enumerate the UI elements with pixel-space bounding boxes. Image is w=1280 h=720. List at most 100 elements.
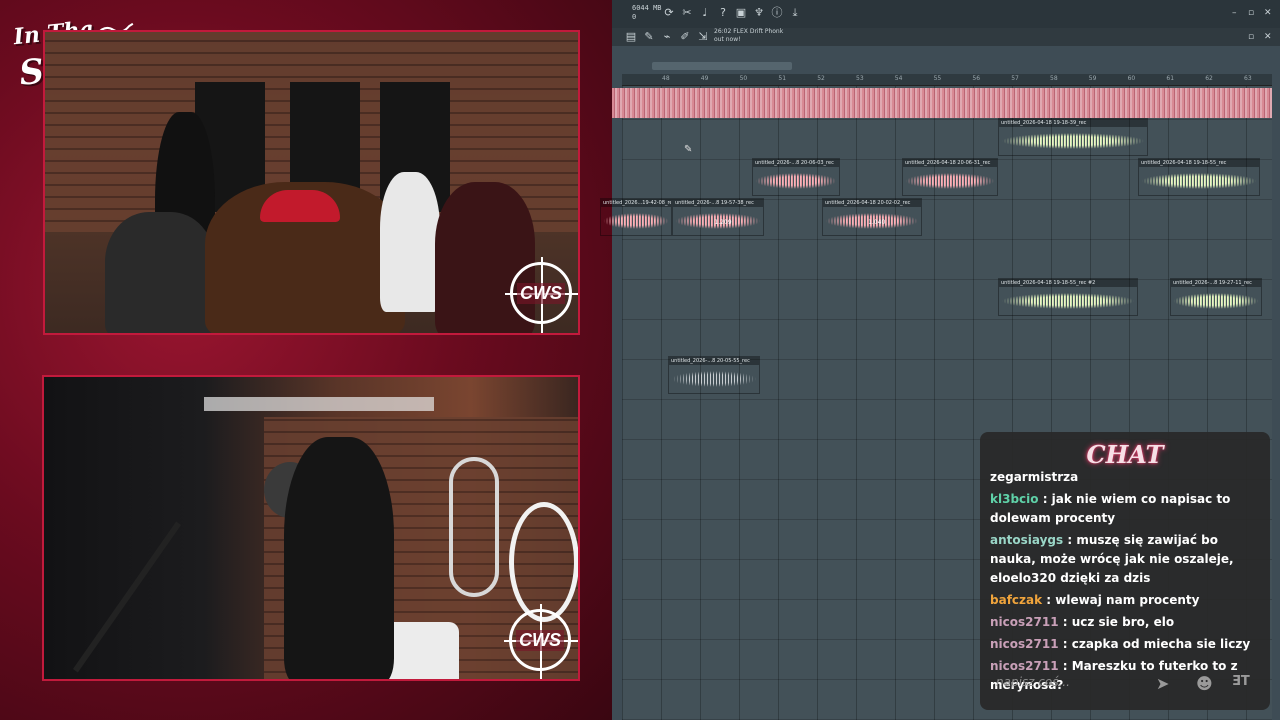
save-icon[interactable]: ▣	[734, 6, 748, 20]
ruler-bar-number: 63	[1244, 75, 1252, 82]
audio-clip[interactable]: untitled_2026-...8 19-57-38_rec 1.209	[672, 198, 764, 236]
mic-stand	[72, 521, 182, 673]
microphone-icon[interactable]: ♩	[698, 6, 712, 20]
ring-light	[509, 502, 578, 622]
cws-logo: CWS	[505, 257, 578, 333]
help-icon[interactable]: ?	[716, 6, 730, 20]
brush-tool-icon[interactable]: ✐	[678, 30, 692, 44]
playlist-close-icon[interactable]: ✕	[1264, 32, 1272, 42]
stream-frame: In Tha Studio! CWS CWS	[0, 0, 612, 720]
emoji-icon[interactable]: ☻	[1196, 674, 1213, 693]
hint-title: FLEX Drift Phonk	[733, 28, 784, 35]
chat-message: kl3bcio : jak nie wiem co napisac to dol…	[990, 490, 1266, 528]
rapper	[284, 437, 394, 679]
clip-title: untitled_2026-...8 20-05-55_rec	[669, 357, 759, 365]
audio-clip[interactable]: untitled_2026-...8 20-06-03_rec	[752, 158, 840, 196]
audio-clip[interactable]: untitled_2026-04-18 19-18-55_rec	[1138, 158, 1260, 196]
audio-clip[interactable]: untitled_2026-04-18 19-18-39_rec	[998, 118, 1148, 156]
chat-message: nicos2711 : ucz sie bro, elo	[990, 613, 1266, 632]
chat-username[interactable]: nicos2711	[990, 615, 1059, 629]
ruler-bar-number: 52	[817, 75, 825, 82]
chat-message: bafczak : wlewaj nam procenty	[990, 591, 1266, 610]
waveform	[905, 173, 995, 189]
clip-title: untitled_2026-04-18 20-06-31_rec	[903, 159, 997, 167]
maximize-icon[interactable]: ▫	[1248, 8, 1254, 18]
audio-clip[interactable]: untitled_2026-04-18 19-18-55_rec #2	[998, 278, 1138, 316]
ruler-bar-number: 57	[1011, 75, 1019, 82]
waveform	[1141, 173, 1257, 189]
audio-clip[interactable]: untitled_2026-...8 19-27-11_rec	[1170, 278, 1262, 316]
audio-clip[interactable]: untitled_2026-04-18 20-06-31_rec	[902, 158, 998, 196]
memory-value: 6044 MB	[632, 4, 662, 12]
chat-username[interactable]: kl3bcio	[990, 492, 1039, 506]
chat-message: zegarmistrza	[990, 468, 1266, 487]
ruler-bar-number: 62	[1205, 75, 1213, 82]
ruler-bar-number: 51	[778, 75, 787, 82]
master-audio-clip[interactable]	[612, 88, 1272, 118]
clip-title: untitled_2026-04-18 20-02-02_rec	[823, 199, 921, 207]
chat-messages: zegarmistrza kl3bcio : jak nie wiem co na…	[990, 468, 1266, 698]
minimize-icon[interactable]: –	[1232, 8, 1237, 18]
ruler-bar-number: 56	[972, 75, 981, 82]
waveform	[603, 213, 669, 229]
chat-text: : wlewaj nam procenty	[1042, 593, 1200, 607]
clip-title: untitled_2026-...8 19-57-38_rec	[673, 199, 763, 207]
close-icon[interactable]: ✕	[1264, 8, 1272, 18]
select-tool-icon[interactable]: ⇲	[696, 30, 710, 44]
ruler-bar-number: 53	[856, 75, 864, 82]
clip-marker: 1.209	[714, 219, 732, 226]
chat-title: CHAT	[1086, 440, 1164, 469]
clip-title: untitled_2026...19-42-08_re	[601, 199, 671, 207]
plugin-icon[interactable]: ♆	[752, 6, 766, 20]
ceiling-light	[204, 397, 434, 411]
clip-title: untitled_2026-...8 20-06-03_rec	[753, 159, 839, 167]
camera-feed-bottom: CWS	[42, 375, 580, 681]
ruler-bar-number: 61	[1166, 75, 1175, 82]
send-icon[interactable]: ➤	[1156, 674, 1169, 693]
cut-icon[interactable]: ✂	[680, 6, 694, 20]
draw-tool-icon[interactable]: ✎	[642, 30, 656, 44]
chat-overlay: CHAT zegarmistrza kl3bcio : jak nie wiem …	[980, 432, 1270, 710]
playlist-restore-icon[interactable]: ▫	[1248, 32, 1254, 42]
hint-panel: 26:02 FLEX Drift Phonk out now!	[714, 28, 783, 44]
window	[449, 457, 499, 597]
info-icon[interactable]: ⓘ	[770, 6, 784, 20]
audio-clip[interactable]: untitled_2026-...8 20-05-55_rec	[668, 356, 760, 394]
memory-value-2: 0	[632, 13, 637, 21]
paste-icon[interactable]: ▤	[624, 30, 638, 44]
ruler-bar-number: 55	[933, 75, 942, 82]
clip-title: untitled_2026-...8 19-27-11_rec	[1171, 279, 1261, 287]
ruler-bar-number: 50	[739, 75, 748, 82]
memory-readout: 6044 MB 0	[632, 4, 662, 22]
audio-clip[interactable]: untitled_2026...19-42-08_re	[600, 198, 672, 236]
daw-toolbar: 6044 MB 0 ⟳ ✂ ♩ ? ▣ ♆ ⓘ ⤓ – ▫ ✕	[612, 0, 1280, 28]
waveform	[671, 371, 757, 387]
ruler-bar-number: 58	[1050, 75, 1058, 82]
chat-username[interactable]: nicos2711	[990, 637, 1059, 651]
audio-clip[interactable]: untitled_2026-04-18 20-02-02_rec 1.040	[822, 198, 922, 236]
waveform	[755, 173, 837, 189]
waveform	[1001, 293, 1135, 309]
chat-message: antosiaygs : muszę się zawijać bo nauka,…	[990, 531, 1266, 588]
clip-title: untitled_2026-04-18 19-18-55_rec	[1139, 159, 1259, 167]
paint-tool-icon[interactable]: ⌁	[660, 30, 674, 44]
download-icon[interactable]: ⤓	[788, 6, 802, 20]
chat-username[interactable]: antosiaygs	[990, 533, 1063, 547]
red-cap	[260, 190, 340, 222]
chat-text: : czapka od miecha sie liczy	[1058, 637, 1251, 651]
chat-text: : ucz sie bro, elo	[1058, 615, 1175, 629]
person	[105, 212, 215, 333]
chat-text: zegarmistrza	[990, 470, 1079, 484]
refresh-icon[interactable]: ⟳	[662, 6, 676, 20]
bttv-icon[interactable]: ƎT	[1232, 674, 1250, 689]
waveform	[1001, 133, 1145, 149]
camera-feed-top: CWS	[43, 30, 580, 335]
pencil-cursor-icon: ✎	[684, 144, 693, 155]
ruler-bar-number: 60	[1127, 75, 1136, 82]
timeline-ruler[interactable]: 48 49 50 51 52 53 54 55 56 57 58 59 60 61 62 63	[622, 74, 1272, 86]
clip-title: untitled_2026-04-18 19-18-55_rec #2	[999, 279, 1137, 287]
chat-username[interactable]: bafczak	[990, 593, 1042, 607]
ruler-bar-number: 54	[894, 75, 903, 82]
clip-title: untitled_2026-04-18 19-18-39_rec	[999, 119, 1147, 127]
horizontal-scrollbar[interactable]	[652, 62, 792, 70]
